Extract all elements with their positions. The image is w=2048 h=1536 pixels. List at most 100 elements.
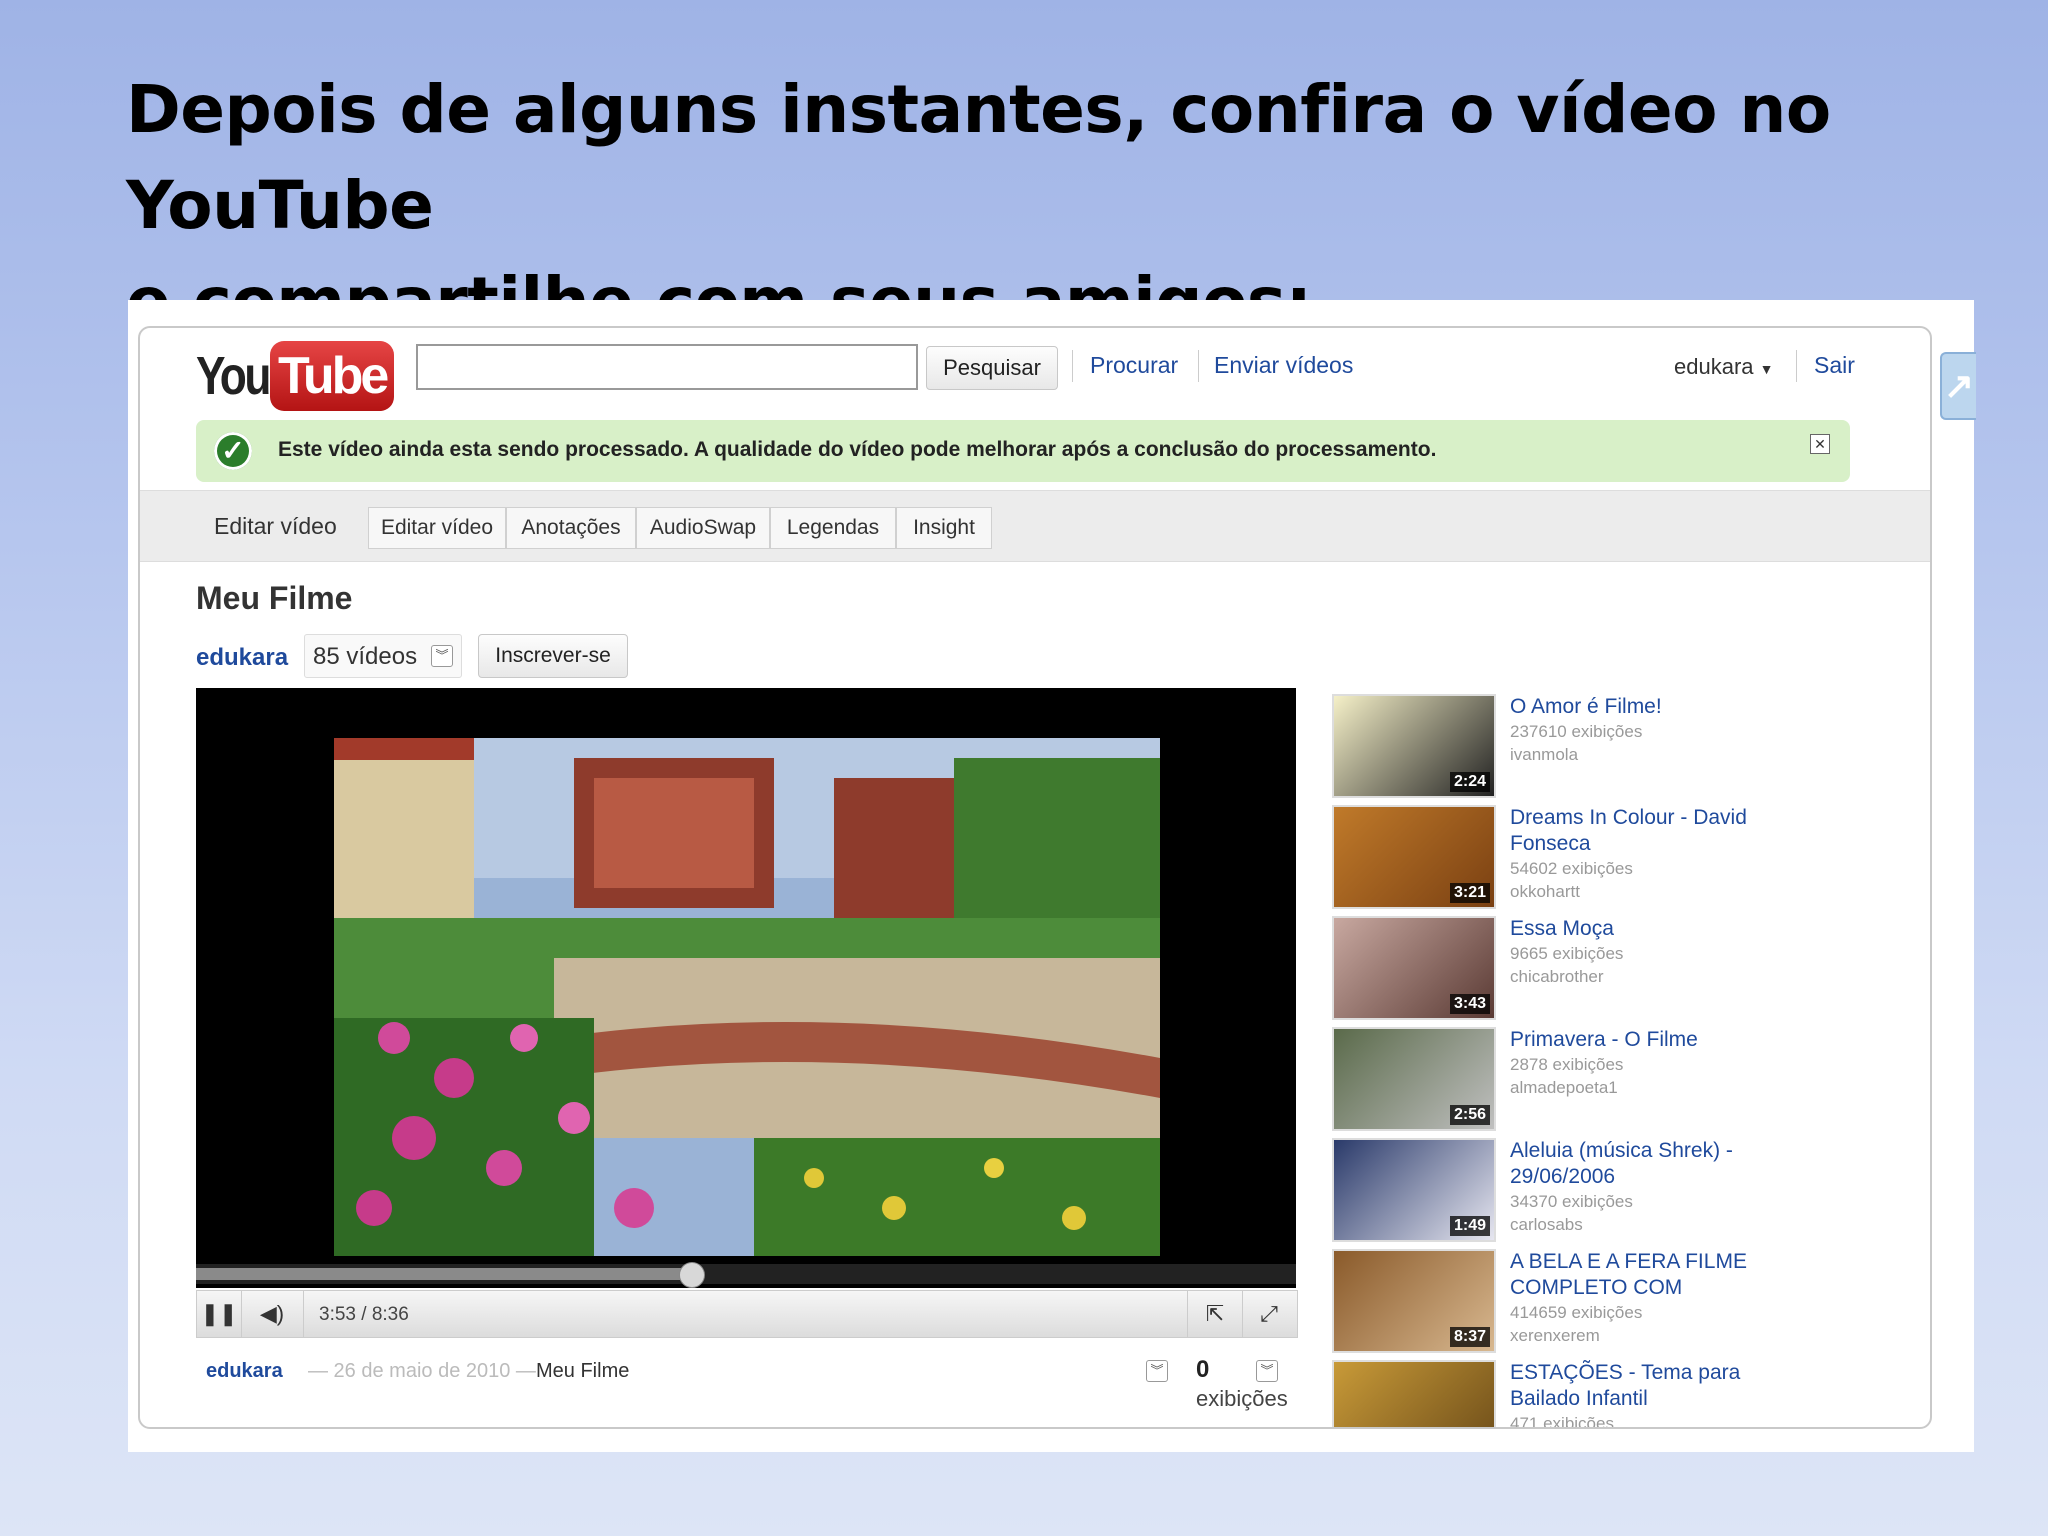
progress-fill — [196, 1268, 691, 1280]
video-count-text: 85 vídeos — [313, 643, 418, 670]
duration-badge: 2:56 — [1449, 1105, 1490, 1125]
related-video-views: 2878 exibições — [1510, 1055, 1624, 1074]
video-thumbnail[interactable]: 3:21 — [1332, 805, 1496, 909]
slide-title-line1: Depois de alguns instantes, confira o ví… — [126, 71, 1831, 244]
fullscreen-icon[interactable]: ⤢ — [1243, 1291, 1295, 1337]
edit-video-label: Editar vídeo — [214, 513, 337, 539]
related-video-item[interactable]: 2:24 O Amor é Filme! 237610 exibições ivanm… — [1332, 694, 1832, 802]
related-video-item[interactable]: 2:56 Primavera - O Filme 2878 exibições alm… — [1332, 1027, 1832, 1135]
related-video-views: 34370 exibições — [1510, 1192, 1633, 1211]
tab-edit-video[interactable]: Editar vídeo — [368, 507, 506, 549]
video-thumbnail[interactable]: 2:24 — [1332, 694, 1496, 798]
logo-tube-text: Tube — [270, 341, 395, 411]
related-video-title[interactable]: Aleluia (música Shrek) - 29/06/2006 — [1510, 1138, 1810, 1190]
video-count[interactable]: 85 vídeos ︾ — [304, 634, 462, 678]
player-controls: ❚❚ ◀) 3:53 / 8:36 ⇱ ⤢ — [196, 1290, 1298, 1338]
user-menu[interactable]: edukara ▼ — [1674, 354, 1774, 380]
check-icon: ✓ — [214, 432, 252, 470]
user-name: edukara — [1674, 354, 1754, 379]
video-info-row: edukara — 26 de maio de 2010 — Meu Filme… — [196, 1346, 1296, 1411]
related-video-title[interactable]: Primavera - O Filme — [1510, 1027, 1810, 1053]
share-icon[interactable]: ↗ — [1940, 352, 1976, 420]
video-thumbnail[interactable]: 8:37 — [1332, 1249, 1496, 1353]
edit-tab-bar: Editar vídeo Editar vídeo Anotações Audi… — [140, 490, 1930, 562]
chevron-down-icon: ▼ — [1759, 361, 1774, 377]
header-separator — [1072, 350, 1073, 382]
browse-link[interactable]: Procurar — [1090, 352, 1178, 379]
related-video-user[interactable]: almadepoeta1 — [1510, 1076, 1810, 1099]
related-video-user[interactable]: carlosabs — [1510, 1213, 1810, 1236]
chevron-down-icon[interactable]: ︾ — [431, 645, 453, 667]
related-video-item[interactable]: 3:21 Dreams In Colour - David Fonseca 5460… — [1332, 805, 1832, 913]
search-button[interactable]: Pesquisar — [926, 346, 1058, 390]
channel-link[interactable]: edukara — [196, 644, 288, 672]
popout-icon[interactable]: ⇱ — [1187, 1291, 1243, 1337]
related-video-text: Essa Moça 9665 exibições chicabrother — [1510, 916, 1810, 988]
duration-badge: 1:49 — [1449, 1216, 1490, 1236]
tab-audioswap[interactable]: AudioSwap — [636, 507, 770, 549]
view-label: exibições — [1196, 1386, 1288, 1411]
related-video-views: 414659 exibições — [1510, 1303, 1643, 1322]
related-video-user[interactable]: ivanmola — [1510, 743, 1810, 766]
logo-you-text: You — [196, 346, 271, 406]
related-video-title[interactable]: Dreams In Colour - David Fonseca — [1510, 805, 1810, 857]
logout-link[interactable]: Sair — [1814, 352, 1855, 379]
related-video-text: Dreams In Colour - David Fonseca 54602 ex… — [1510, 805, 1810, 903]
related-video-text: A BELA E A FERA FILME COMPLETO COM 414659… — [1510, 1249, 1810, 1347]
related-video-item[interactable]: 8:37 A BELA E A FERA FILME COMPLETO COM 41… — [1332, 1249, 1832, 1357]
duration-badge: 2:24 — [1449, 772, 1490, 792]
related-video-views: 9665 exibições — [1510, 944, 1624, 963]
tab-insight[interactable]: Insight — [896, 507, 992, 549]
chevron-down-icon[interactable]: ︾ — [1146, 1360, 1168, 1382]
related-video-title[interactable]: A BELA E A FERA FILME COMPLETO COM — [1510, 1249, 1810, 1301]
header-separator — [1796, 350, 1797, 382]
progress-bar[interactable] — [196, 1262, 1296, 1288]
related-video-views: 471 exibições — [1510, 1414, 1614, 1429]
video-title: Meu Filme — [196, 580, 353, 616]
related-video-title[interactable]: ESTAÇÕES - Tema para Bailado Infantil — [1510, 1360, 1810, 1412]
video-thumbnail[interactable]: 3:43 — [1332, 916, 1496, 1020]
pause-icon[interactable]: ❚❚ — [197, 1291, 242, 1337]
related-video-title[interactable]: O Amor é Filme! — [1510, 694, 1810, 720]
search-input[interactable] — [416, 344, 918, 390]
info-title: Meu Filme — [536, 1360, 630, 1382]
info-channel-link[interactable]: edukara — [206, 1360, 283, 1383]
youtube-logo[interactable]: You Tube — [196, 338, 395, 414]
related-video-user[interactable]: chicabrother — [1510, 965, 1810, 988]
related-video-views: 237610 exibições — [1510, 722, 1643, 741]
time-display: 3:53 / 8:36 — [319, 1304, 409, 1325]
youtube-screenshot: You Tube Pesquisar Procurar Enviar vídeo… — [128, 300, 1976, 1452]
duration-badge: 8:37 — [1449, 1327, 1490, 1347]
subscribe-button[interactable]: Inscrever-se — [478, 634, 628, 678]
tab-annotations[interactable]: Anotações — [506, 507, 636, 549]
view-count: 0 — [1196, 1356, 1210, 1383]
related-video-text: Primavera - O Filme 2878 exibições almadep… — [1510, 1027, 1810, 1099]
video-thumbnail[interactable]: 4:05 — [1332, 1360, 1496, 1427]
related-video-text: Aleluia (música Shrek) - 29/06/2006 34370… — [1510, 1138, 1810, 1236]
close-icon[interactable]: ✕ — [1810, 434, 1830, 454]
progress-handle[interactable] — [679, 1262, 705, 1288]
video-thumbnail[interactable]: 2:56 — [1332, 1027, 1496, 1131]
related-video-user[interactable]: xerenxerem — [1510, 1324, 1810, 1347]
duration-badge: 3:43 — [1449, 994, 1490, 1014]
volume-icon[interactable]: ◀) — [241, 1291, 304, 1337]
browser-frame: You Tube Pesquisar Procurar Enviar vídeo… — [138, 326, 1932, 1429]
related-video-views: 54602 exibições — [1510, 859, 1633, 878]
related-video-item[interactable]: 1:49 Aleluia (música Shrek) - 29/06/2006 3… — [1332, 1138, 1832, 1246]
duration-badge: 3:21 — [1449, 883, 1490, 903]
header-separator — [1198, 350, 1199, 382]
video-thumbnail[interactable]: 1:49 — [1332, 1138, 1496, 1242]
tab-captions[interactable]: Legendas — [770, 507, 896, 549]
related-video-item[interactable]: 4:05ESTAÇÕES - Tema para Bailado Infanti… — [1332, 1360, 1832, 1429]
banner-text: Este vídeo ainda esta sendo processado. … — [278, 438, 1437, 461]
info-date: — 26 de maio de 2010 — — [308, 1360, 536, 1382]
video-player[interactable] — [196, 688, 1296, 1288]
related-video-text: ESTAÇÕES - Tema para Bailado Infantil 471… — [1510, 1360, 1810, 1429]
related-video-user[interactable]: okkohartt — [1510, 880, 1810, 903]
video-frame — [334, 738, 1160, 1256]
related-video-text: O Amor é Filme! 237610 exibições ivanmola — [1510, 694, 1810, 766]
related-video-item[interactable]: 3:43 Essa Moça 9665 exibições chicabrother — [1332, 916, 1832, 1024]
chevron-down-icon[interactable]: ︾ — [1256, 1360, 1278, 1382]
upload-link[interactable]: Enviar vídeos — [1214, 352, 1353, 379]
related-video-title[interactable]: Essa Moça — [1510, 916, 1810, 942]
